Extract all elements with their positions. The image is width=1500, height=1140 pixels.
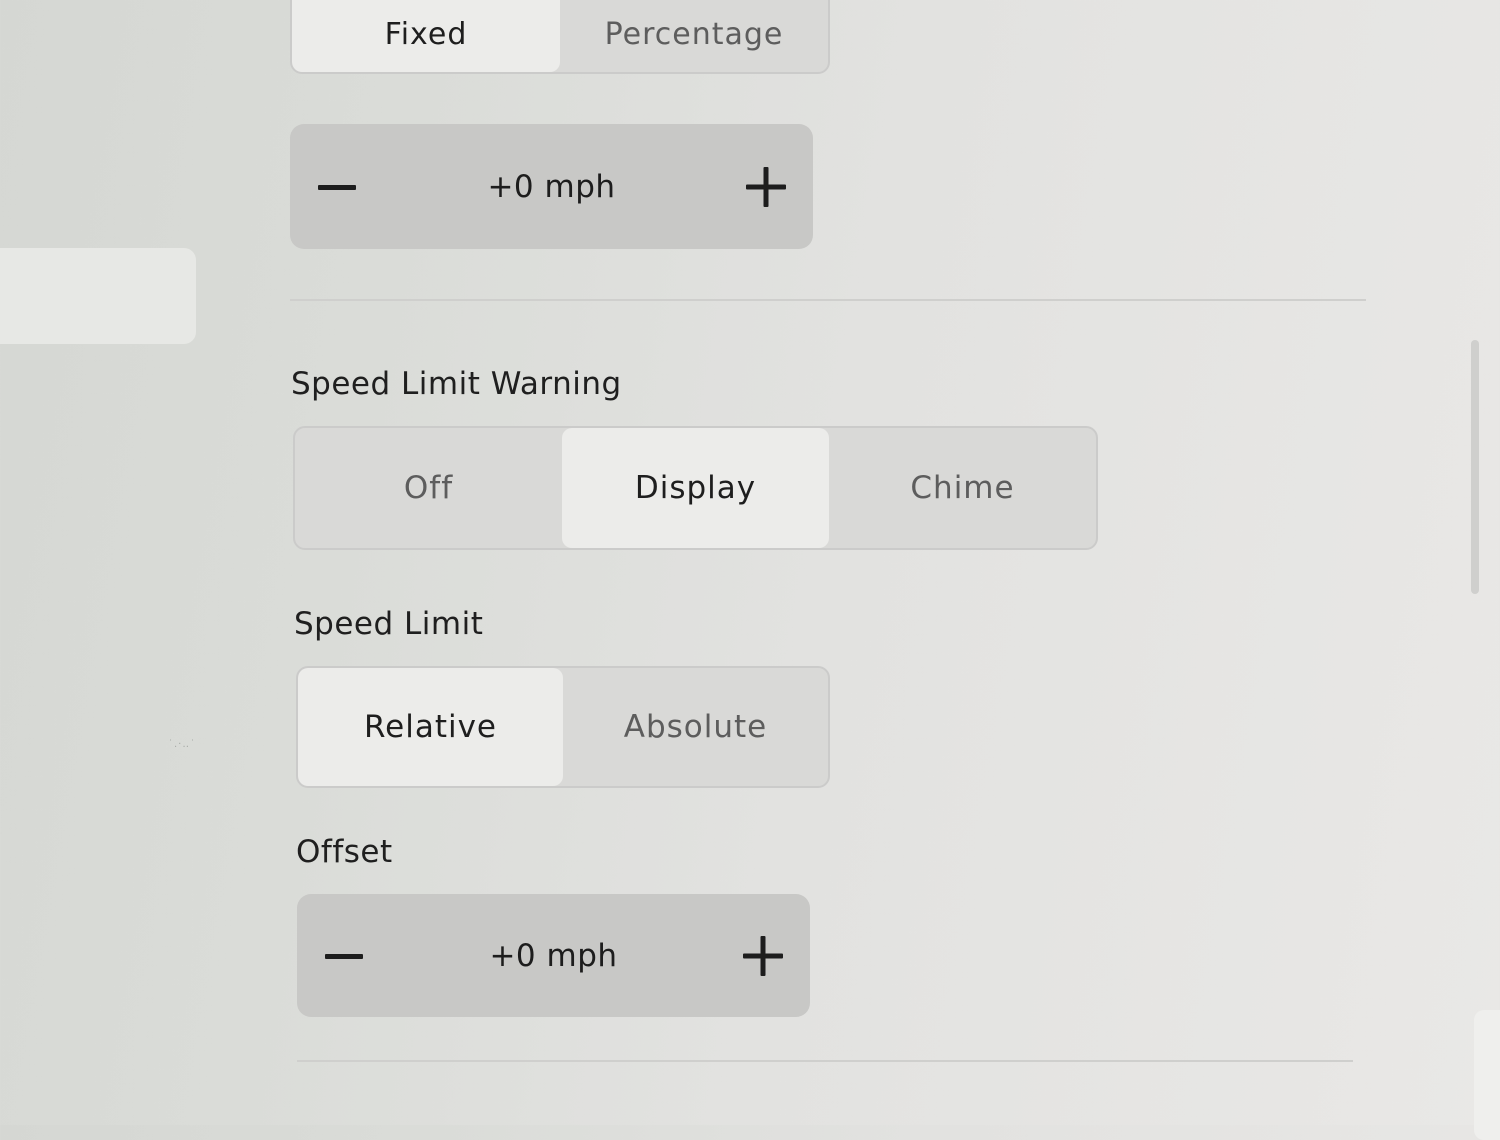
segment-off[interactable]: Off — [295, 428, 562, 548]
segment-chime[interactable]: Chime — [829, 428, 1096, 548]
minus-icon[interactable] — [316, 166, 358, 208]
segment-relative-label: Relative — [363, 709, 497, 745]
plus-icon[interactable] — [742, 935, 784, 977]
segment-absolute-label: Absolute — [623, 709, 768, 745]
speed-offset-stepper: +0 mph — [290, 124, 813, 249]
speed-limit-heading: Speed Limit — [294, 606, 484, 642]
segment-fixed[interactable]: Fixed — [292, 0, 560, 72]
plus-icon-glyph — [742, 935, 783, 976]
segment-off-label: Off — [403, 470, 454, 506]
edge-panel-tab — [1474, 1010, 1500, 1140]
offset-mode-selector: Fixed Percentage — [290, 0, 830, 74]
segment-percentage-label: Percentage — [604, 16, 784, 52]
speed-limit-warning-selector: Off Display Chime — [293, 426, 1098, 550]
section-divider — [290, 299, 1366, 301]
segment-display-label: Display — [634, 470, 757, 506]
segment-relative[interactable]: Relative — [298, 668, 563, 786]
minus-icon-glyph — [318, 184, 356, 190]
plus-icon-glyph — [745, 166, 786, 207]
offset-stepper: +0 mph — [297, 894, 810, 1017]
minus-icon[interactable] — [323, 935, 365, 977]
speed-limit-selector: Relative Absolute — [296, 666, 830, 788]
speed-offset-value: +0 mph — [487, 168, 616, 205]
offset-heading: Offset — [296, 834, 393, 870]
minus-icon-glyph — [325, 953, 363, 959]
plus-icon[interactable] — [745, 166, 787, 208]
segment-absolute[interactable]: Absolute — [563, 668, 828, 786]
section-divider — [297, 1060, 1353, 1062]
sidebar-selected-item[interactable] — [0, 248, 196, 344]
offset-value: +0 mph — [489, 937, 618, 974]
segment-display[interactable]: Display — [562, 428, 829, 548]
speed-limit-warning-heading: Speed Limit Warning — [291, 366, 622, 402]
scrollbar-thumb[interactable] — [1471, 340, 1479, 594]
segment-chime-label: Chime — [910, 470, 1015, 506]
screen-smudge: ˙.·‥˙ — [168, 739, 197, 750]
segment-percentage[interactable]: Percentage — [560, 0, 828, 72]
segment-fixed-label: Fixed — [384, 16, 468, 52]
